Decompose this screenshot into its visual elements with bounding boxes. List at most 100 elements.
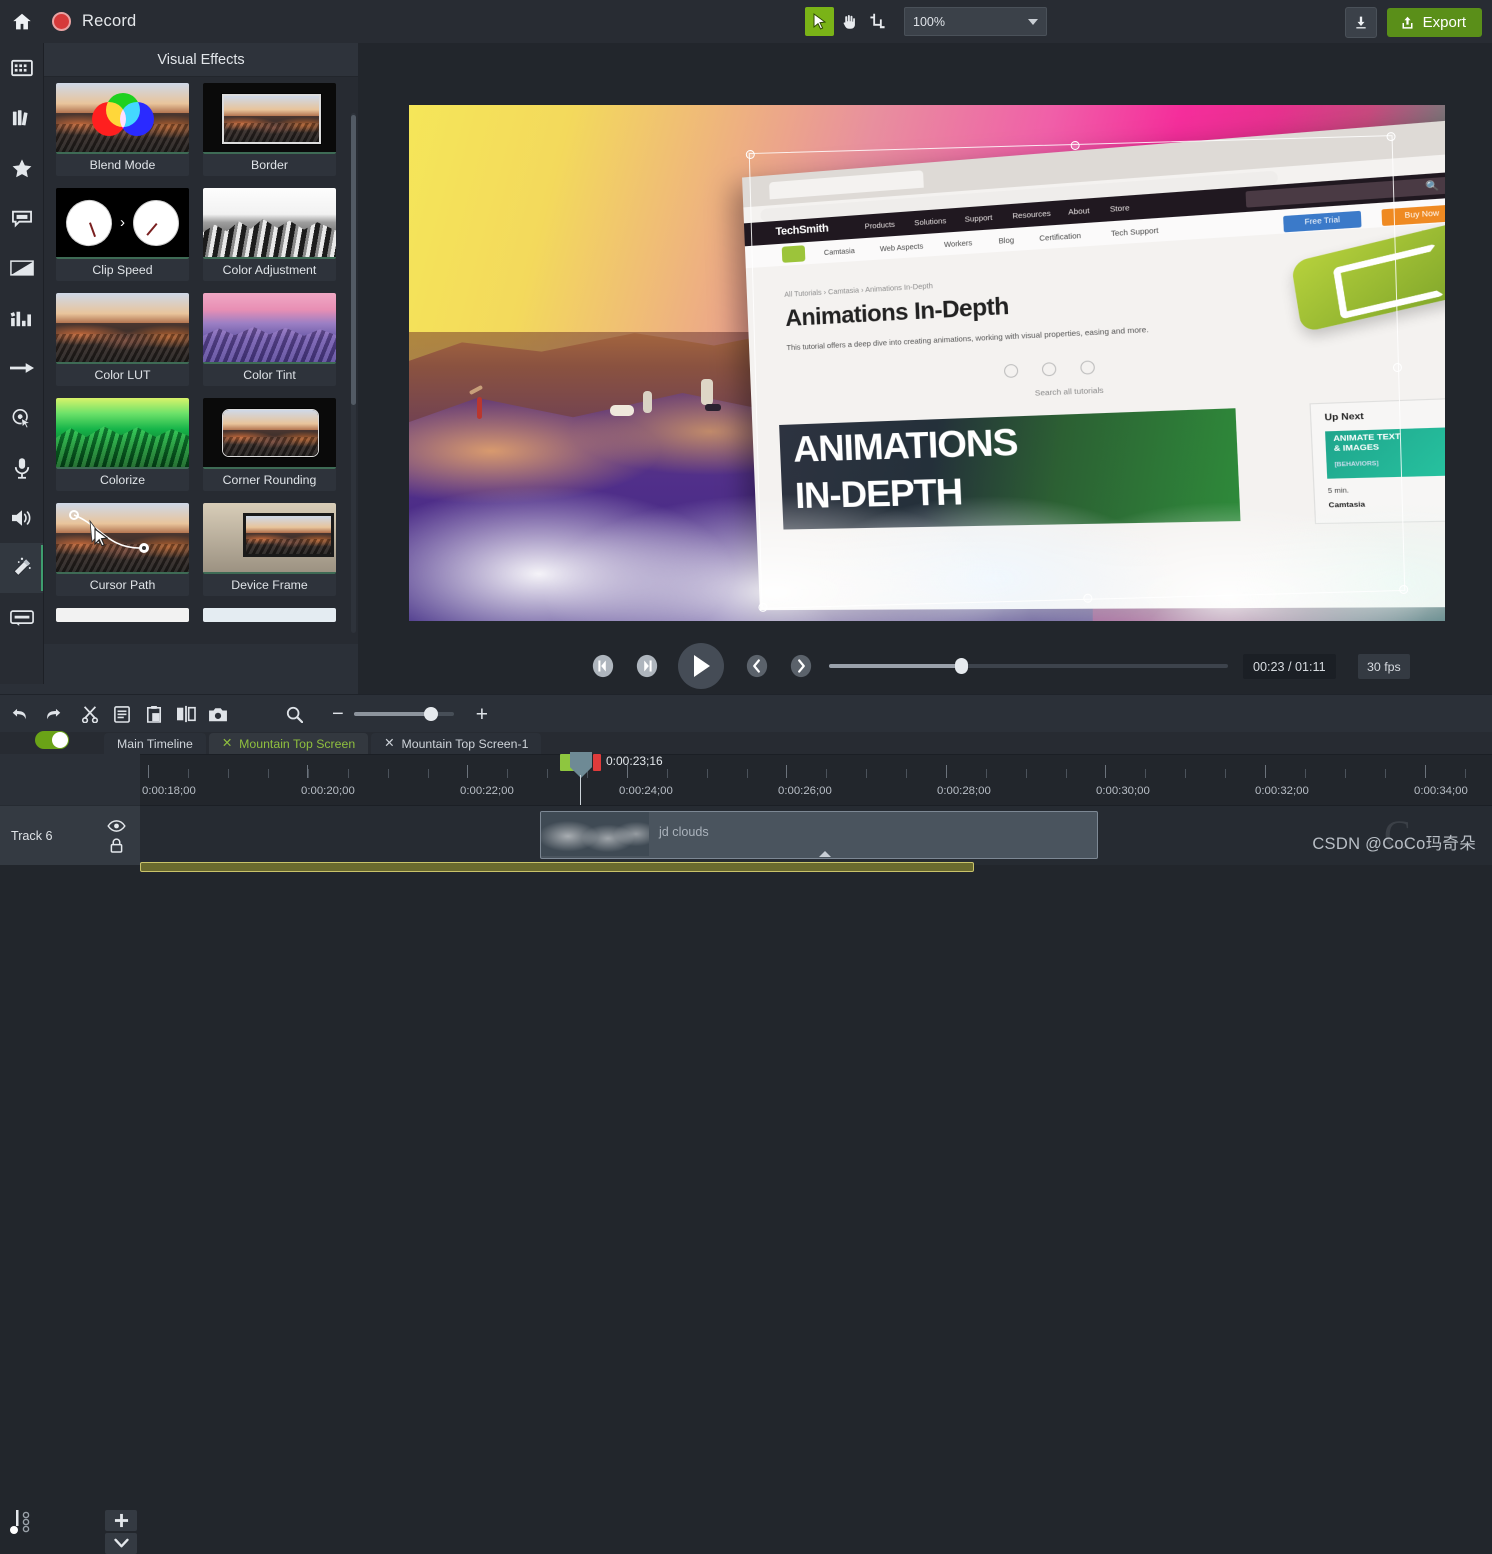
timeline-clip[interactable]: jd clouds	[540, 811, 1098, 859]
callout-icon	[11, 209, 33, 228]
effect-card-blend-mode[interactable]: Blend Mode	[56, 83, 189, 176]
zoom-in-button[interactable]: +	[476, 704, 488, 725]
effect-thumbnail	[203, 188, 336, 259]
next-clip-button[interactable]	[784, 649, 818, 683]
track-row-header[interactable]: Track 6	[0, 805, 141, 865]
fps-value: 30 fps	[1367, 660, 1401, 674]
preview-area: TechSmith Products Solutions Support Res…	[358, 43, 1492, 637]
split-button[interactable]	[171, 699, 201, 729]
ruler-label: 0:00:20;00	[301, 785, 355, 797]
zoom-out-button[interactable]: −	[332, 704, 344, 724]
effect-label: Clip Speed	[92, 263, 152, 277]
sidebar-item-library[interactable]	[0, 93, 43, 143]
clip-label: jd clouds	[659, 825, 709, 839]
sidebar-item-visual-effects[interactable]	[0, 543, 43, 593]
speaker-icon	[10, 508, 34, 528]
paste-icon	[146, 705, 162, 723]
previous-frame-button[interactable]	[586, 649, 620, 683]
close-icon[interactable]: ✕	[384, 737, 394, 749]
step-forward-icon	[635, 654, 659, 678]
sidebar-item-voice-narration[interactable]	[0, 443, 43, 493]
clip-audio-handle[interactable]	[819, 851, 831, 857]
redo-button[interactable]	[37, 699, 67, 729]
effect-card-colorize[interactable]: Colorize	[56, 398, 189, 491]
camera-icon	[208, 706, 228, 723]
record-button[interactable]: Record	[44, 0, 144, 43]
sidebar-item-transitions[interactable]	[0, 243, 43, 293]
timeline-ruler[interactable]: 0:00:18;00 0:00:20;00 0:00:22;00 0:00:24…	[140, 754, 1492, 805]
sidebar-item-cursor-effects[interactable]	[0, 393, 43, 443]
add-track-button[interactable]	[105, 1510, 137, 1531]
collapse-tracks-button[interactable]	[105, 1533, 137, 1554]
top-right-actions: Export	[1345, 7, 1482, 38]
snapshot-button[interactable]	[203, 699, 233, 729]
panel-header: Visual Effects	[44, 43, 358, 77]
effect-thumbnail	[56, 293, 189, 364]
copy-button[interactable]	[107, 699, 137, 729]
preview-canvas[interactable]: TechSmith Products Solutions Support Res…	[409, 105, 1445, 621]
zoom-level-select[interactable]: 100%	[904, 7, 1047, 36]
effect-card-partial-next-right[interactable]	[203, 608, 336, 622]
panel-scrollbar-thumb[interactable]	[351, 115, 356, 405]
sidebar-item-captions[interactable]	[0, 593, 43, 643]
tab-main-timeline[interactable]: Main Timeline	[104, 733, 206, 754]
paste-button[interactable]	[139, 699, 169, 729]
tab-label: Mountain Top Screen-1	[401, 737, 528, 751]
zoom-to-fit-button[interactable]	[279, 699, 309, 729]
effect-card-partial-next-left[interactable]	[56, 608, 189, 622]
sidebar-item-audio-effects[interactable]	[0, 493, 43, 543]
timeline-zoom-knob[interactable]	[424, 707, 438, 721]
marker-pin-icon[interactable]	[10, 1508, 36, 1536]
track-row-body[interactable]: jd clouds	[140, 805, 1492, 865]
chevron-down-icon	[1028, 19, 1038, 25]
playback-controls: 00:23 / 01:11 30 fps	[358, 637, 1492, 694]
marker-out-point[interactable]	[593, 754, 601, 771]
playback-scrubber-knob[interactable]	[955, 658, 968, 674]
filter-icon-2	[1042, 363, 1057, 377]
ruler-label: 0:00:34;00	[1414, 785, 1468, 797]
select-tool[interactable]	[805, 7, 834, 36]
color-wheel-icon	[92, 93, 154, 145]
effect-card-cursor-path[interactable]: Cursor Path	[56, 503, 189, 596]
sidebar-item-media[interactable]	[0, 43, 43, 93]
home-button[interactable]	[0, 0, 44, 43]
download-button[interactable]	[1345, 7, 1377, 38]
timeline-visibility-toggle[interactable]	[35, 731, 69, 749]
cut-button[interactable]	[75, 699, 105, 729]
record-dot-icon	[52, 12, 71, 31]
timeline-zoom-slider[interactable]	[354, 712, 454, 716]
browser-tab	[769, 170, 923, 199]
effect-card-clip-speed[interactable]: › Clip Speed	[56, 188, 189, 281]
tutorial-filter-icons	[1004, 361, 1095, 379]
lock-icon[interactable]	[110, 838, 123, 853]
tab-mountain-top-screen[interactable]: ✕ Mountain Top Screen	[209, 733, 368, 754]
eye-icon[interactable]	[107, 820, 126, 832]
close-icon[interactable]: ✕	[222, 737, 232, 749]
sidebar-item-annotations[interactable]	[0, 193, 43, 243]
crop-tool[interactable]	[863, 7, 892, 36]
effect-card-device-frame[interactable]: Device Frame	[203, 503, 336, 596]
tab-mountain-top-screen-1[interactable]: ✕ Mountain Top Screen-1	[371, 733, 541, 754]
export-button[interactable]: Export	[1387, 8, 1482, 37]
effect-card-color-tint[interactable]: Color Tint	[203, 293, 336, 386]
magic-wand-icon	[10, 557, 33, 580]
effect-card-corner-rounding[interactable]: Corner Rounding	[203, 398, 336, 491]
timecode-display: 00:23 / 01:11	[1243, 654, 1336, 679]
play-button[interactable]	[678, 643, 724, 689]
timeline-zoom-fill	[354, 712, 432, 716]
track-header-controls	[0, 754, 141, 804]
ruler-label: 0:00:30;00	[1096, 785, 1150, 797]
sidebar-item-favorites[interactable]	[0, 143, 43, 193]
effects-grid-container[interactable]: Blend Mode Border ›	[44, 77, 358, 644]
sidebar-item-animations[interactable]	[0, 343, 43, 393]
sidebar-item-behaviors[interactable]	[0, 293, 43, 343]
next-frame-button[interactable]	[630, 649, 664, 683]
undo-button[interactable]	[5, 699, 35, 729]
effect-card-color-lut[interactable]: Color LUT	[56, 293, 189, 386]
effect-card-border[interactable]: Border	[203, 83, 336, 176]
effect-card-color-adjustment[interactable]: Color Adjustment	[203, 188, 336, 281]
previous-clip-button[interactable]	[740, 649, 774, 683]
hand-tool[interactable]	[834, 7, 863, 36]
playback-scrubber-track[interactable]	[829, 664, 1228, 668]
clip-thumbnail	[541, 812, 649, 856]
